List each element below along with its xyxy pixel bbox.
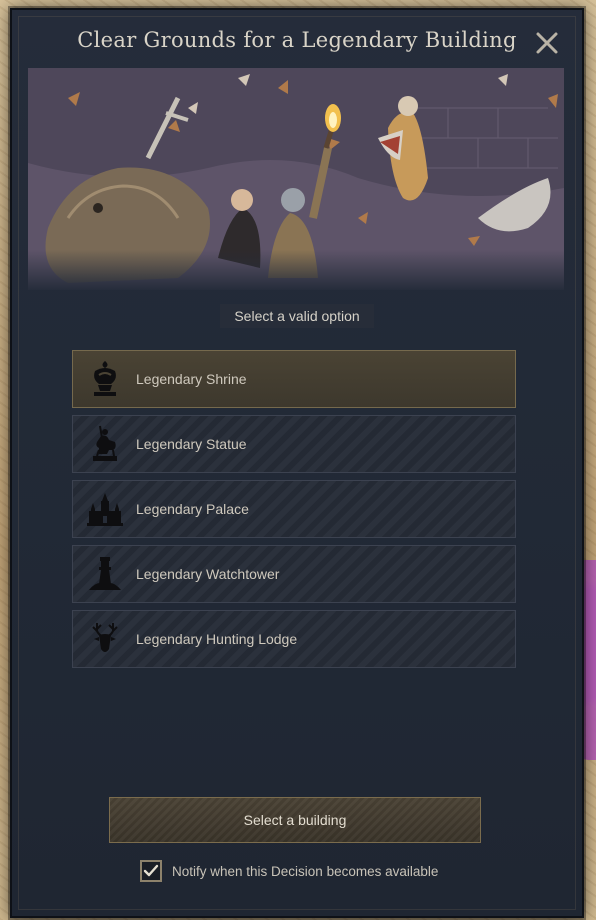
option-legendary-hunting-lodge[interactable]: Legendary Hunting Lodge <box>72 610 516 668</box>
option-label: Legendary Palace <box>136 501 249 517</box>
options-list: Legendary Shrine Legendary Statue Legend… <box>72 350 516 675</box>
close-button[interactable] <box>532 28 562 58</box>
option-legendary-palace[interactable]: Legendary Palace <box>72 480 516 538</box>
select-building-button[interactable]: Select a building <box>109 797 481 843</box>
notify-checkbox[interactable] <box>140 860 162 882</box>
option-label: Legendary Statue <box>136 436 247 452</box>
banner-fade <box>28 250 564 290</box>
window-title: Clear Grounds for a Legendary Building <box>77 28 517 52</box>
statue-icon <box>93 425 117 461</box>
palace-icon <box>87 493 123 526</box>
option-label: Legendary Shrine <box>136 371 247 387</box>
prompt-label: Select a valid option <box>12 304 582 328</box>
notify-label: Notify when this Decision becomes availa… <box>172 863 439 879</box>
shrine-icon <box>94 361 116 396</box>
hunting-lodge-icon <box>92 623 118 652</box>
decision-illustration <box>28 68 564 290</box>
close-icon <box>536 32 558 54</box>
watchtower-icon <box>89 557 121 590</box>
option-legendary-watchtower[interactable]: Legendary Watchtower <box>72 545 516 603</box>
option-legendary-statue[interactable]: Legendary Statue <box>72 415 516 473</box>
prompt-text: Select a valid option <box>220 304 374 328</box>
checkmark-icon <box>143 864 159 877</box>
option-label: Legendary Hunting Lodge <box>136 631 298 647</box>
option-legendary-shrine[interactable]: Legendary Shrine <box>72 350 516 408</box>
notify-row: Notify when this Decision becomes availa… <box>140 860 438 882</box>
option-label: Legendary Watchtower <box>136 566 280 582</box>
decision-window: Clear Grounds for a Legendary Building S… <box>10 8 584 918</box>
